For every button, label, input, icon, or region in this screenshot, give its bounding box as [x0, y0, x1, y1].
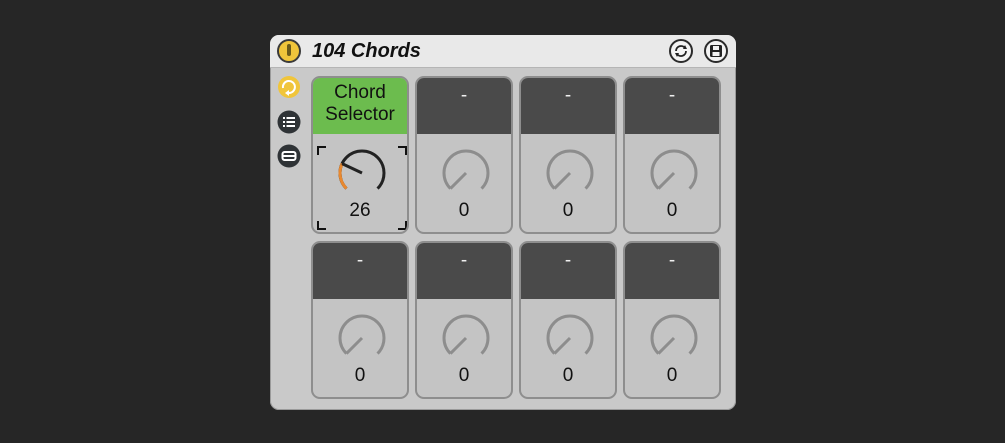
power-icon[interactable]: [277, 39, 301, 63]
knob-needle: [449, 171, 468, 190]
knob-needle: [553, 171, 572, 190]
macro-control-2[interactable]: -0: [415, 76, 513, 234]
hot-swap-icon[interactable]: [669, 39, 693, 63]
macro-knob[interactable]: [438, 312, 494, 368]
macro-label-line: Chord: [334, 82, 386, 103]
macro-label[interactable]: -: [417, 243, 511, 299]
device-title-bar[interactable]: 104 Chords: [270, 35, 736, 68]
macro-knob[interactable]: [334, 147, 390, 203]
macro-knob[interactable]: [646, 147, 702, 203]
macro-label-line: -: [460, 250, 468, 271]
rack-device: 104 Chords Chord Selector 26 - 0 - 0 - 0…: [270, 35, 736, 410]
focus-bracket: [398, 221, 407, 230]
macro-control-5[interactable]: -0: [311, 241, 409, 399]
macro-label[interactable]: -: [417, 78, 511, 134]
macro-label-line: -: [668, 85, 676, 106]
knob-needle: [345, 336, 364, 355]
macro-control-8[interactable]: -0: [623, 241, 721, 399]
map-icon[interactable]: [277, 144, 301, 168]
macro-label-line: -: [564, 250, 572, 271]
knob-needle: [341, 162, 363, 175]
device-title: 104 Chords: [312, 40, 421, 62]
macro-value: 0: [354, 365, 366, 386]
randomize-icon[interactable]: [277, 75, 301, 99]
knob-needle: [553, 336, 572, 355]
macro-knob[interactable]: [438, 147, 494, 203]
knob-track: [442, 149, 490, 190]
knob-track: [338, 314, 386, 355]
macro-label-line: -: [564, 85, 572, 106]
focus-bracket: [398, 146, 407, 155]
macro-value: 0: [666, 365, 678, 386]
macro-label[interactable]: Chord Selector: [313, 78, 407, 134]
macro-label[interactable]: -: [521, 78, 615, 134]
macro-control-3[interactable]: -0: [519, 76, 617, 234]
macro-label-line: -: [668, 250, 676, 271]
focus-bracket: [317, 146, 326, 155]
macro-value: 0: [666, 200, 678, 221]
knob-needle: [657, 336, 676, 355]
macro-label[interactable]: -: [521, 243, 615, 299]
macro-value: 0: [458, 365, 470, 386]
macro-knob[interactable]: [542, 312, 598, 368]
macro-label[interactable]: -: [625, 243, 719, 299]
macro-label[interactable]: -: [625, 78, 719, 134]
variations-list-icon[interactable]: [277, 110, 301, 134]
knob-track: [338, 149, 386, 190]
macro-label-line: -: [356, 250, 364, 271]
macro-value: 0: [458, 200, 470, 221]
macro-control-6[interactable]: -0: [415, 241, 513, 399]
macro-value: 26: [349, 200, 371, 221]
macro-label-line: -: [460, 85, 468, 106]
macro-knob[interactable]: [646, 312, 702, 368]
knob-track: [546, 149, 594, 190]
knob-track: [546, 314, 594, 355]
macro-knob[interactable]: [334, 312, 390, 368]
knob-track: [442, 314, 490, 355]
knob-needle: [657, 171, 676, 190]
knob-track: [650, 314, 698, 355]
knob-needle: [449, 336, 468, 355]
macro-label[interactable]: -: [313, 243, 407, 299]
knob-track: [650, 149, 698, 190]
macro-control-7[interactable]: -0: [519, 241, 617, 399]
macro-control-1[interactable]: Chord Selector 26: [311, 76, 409, 234]
save-icon[interactable]: [704, 39, 728, 63]
knob-value-arc: [338, 162, 348, 190]
focus-bracket: [317, 221, 326, 230]
macro-label-line: Selector: [325, 104, 395, 125]
macro-value: 0: [562, 200, 574, 221]
macro-control-4[interactable]: -0: [623, 76, 721, 234]
macro-knob[interactable]: [542, 147, 598, 203]
macro-value: 0: [562, 365, 574, 386]
